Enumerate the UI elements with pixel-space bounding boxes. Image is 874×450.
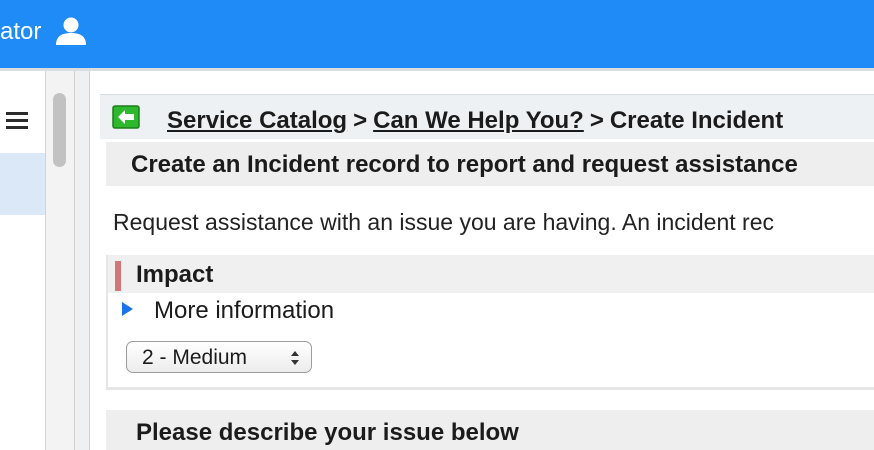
describe-issue-label: Please describe your issue below xyxy=(136,419,519,446)
hamburger-menu-icon[interactable] xyxy=(6,112,28,130)
impact-field-header: Impact xyxy=(108,255,874,293)
scrollbar-thumb[interactable] xyxy=(53,93,66,167)
mandatory-indicator xyxy=(115,261,121,291)
breadcrumb: Service Catalog > Can We Help You? > Create … xyxy=(100,94,874,139)
form-title-bar: Create an Incident record to report and … xyxy=(106,142,874,186)
breadcrumb-service-catalog[interactable]: Service Catalog xyxy=(167,107,347,134)
impact-field-card: Impact More information 2 - Medium xyxy=(106,255,874,390)
nav-item-selected[interactable] xyxy=(0,153,45,215)
frame-divider xyxy=(75,71,90,450)
header-bar: ator xyxy=(0,0,874,68)
left-scrollbar[interactable] xyxy=(46,71,75,450)
impact-label: Impact xyxy=(136,261,214,288)
expand-triangle-icon[interactable] xyxy=(122,302,133,316)
breadcrumb-separator: > xyxy=(589,107,604,134)
breadcrumb-separator: > xyxy=(353,107,368,134)
left-nav-panel xyxy=(0,71,46,450)
user-icon[interactable] xyxy=(54,16,88,46)
main-content: Service Catalog > Can We Help You? > Create … xyxy=(90,71,874,450)
user-name[interactable]: ator xyxy=(0,18,41,46)
breadcrumb-current-page: Create Incident xyxy=(609,107,784,134)
select-updown-icon xyxy=(291,351,299,365)
back-arrow-icon[interactable] xyxy=(112,105,140,129)
describe-issue-header: Please describe your issue below xyxy=(106,410,874,450)
form-title: Create an Incident record to report and … xyxy=(131,151,798,178)
breadcrumb-trail: Service Catalog > Can We Help You? > Create … xyxy=(167,107,783,135)
impact-select-value: 2 - Medium xyxy=(142,346,248,369)
breadcrumb-can-we-help-you[interactable]: Can We Help You? xyxy=(373,107,584,134)
more-information-label[interactable]: More information xyxy=(154,297,334,325)
form-description: Request assistance with an issue you are… xyxy=(113,209,774,235)
impact-select[interactable]: 2 - Medium xyxy=(126,341,312,373)
